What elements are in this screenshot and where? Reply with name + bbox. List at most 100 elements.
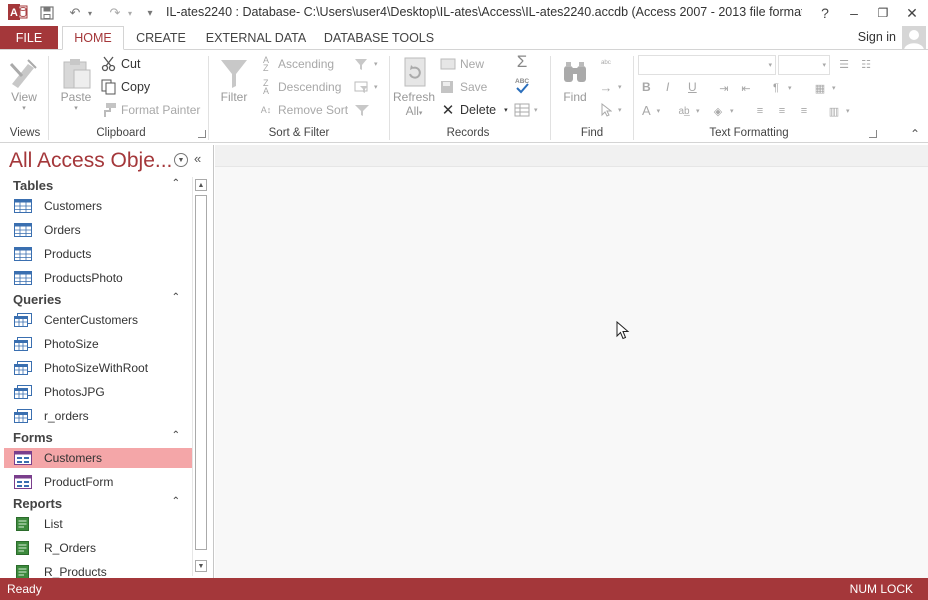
nav-item-form[interactable]: ProductForm xyxy=(4,472,192,492)
gridlines-icon: ▦ xyxy=(814,82,826,95)
access-app-icon[interactable]: A xyxy=(8,3,28,21)
collapse-chevron-icon[interactable]: ⌃ xyxy=(172,430,180,441)
nav-category-reports[interactable]: Reports ⌃ xyxy=(4,493,192,513)
view-button[interactable]: View ▾ xyxy=(8,56,40,112)
tab-database-tools[interactable]: DATABASE TOOLS xyxy=(322,26,436,50)
tab-external-data[interactable]: EXTERNAL DATA xyxy=(204,26,308,50)
sign-in-link[interactable]: Sign in xyxy=(858,30,896,44)
gridlines-button[interactable]: ▦ ▾ xyxy=(812,80,836,96)
delete-record-button[interactable]: ✕ Delete ▾ xyxy=(440,102,508,119)
collapse-chevron-icon[interactable]: ⌃ xyxy=(172,178,180,189)
save-record-button[interactable]: Save xyxy=(440,79,487,95)
undo-dropdown-icon[interactable]: ▾ xyxy=(84,3,96,23)
tab-file[interactable]: FILE xyxy=(0,26,58,50)
font-size-combo[interactable]: ▾ xyxy=(778,55,830,75)
highlight-button[interactable]: ab̲ ▾ xyxy=(676,103,699,119)
nav-item-table[interactable]: Products xyxy=(4,244,192,264)
align-left-button[interactable]: ≡ xyxy=(752,103,772,119)
text-formatting-launcher-icon[interactable] xyxy=(869,130,877,138)
customize-qat-icon[interactable]: ▾ xyxy=(144,3,156,23)
nav-item-query[interactable]: PhotoSize xyxy=(4,334,192,354)
filter-button[interactable]: Filter xyxy=(218,56,250,104)
bold-button[interactable]: B xyxy=(642,80,651,94)
descending-button[interactable]: ZA Descending xyxy=(258,79,341,96)
table-object-icon xyxy=(14,199,32,213)
select-button[interactable]: ▾ xyxy=(598,102,622,118)
spelling-button[interactable]: ABC xyxy=(514,77,534,94)
minimize-button[interactable]: – xyxy=(842,2,866,24)
collapse-ribbon-icon[interactable]: ⌃ xyxy=(910,127,920,141)
copy-button[interactable]: Copy xyxy=(101,79,150,95)
paste-button[interactable]: Paste ▾ xyxy=(58,56,94,112)
more-records-button[interactable]: ▾ xyxy=(514,102,538,118)
increase-indent-button[interactable]: ⇥ xyxy=(716,80,736,96)
nav-pane-title[interactable]: All Access Obje... xyxy=(9,149,172,173)
help-button[interactable]: ? xyxy=(813,2,837,24)
nav-category-tables[interactable]: Tables ⌃ xyxy=(4,175,192,195)
nav-item-query[interactable]: r_orders xyxy=(4,406,192,426)
scroll-down-arrow-icon[interactable]: ▼ xyxy=(195,560,207,572)
numbered-list-icon: ☷ xyxy=(861,58,871,71)
clipboard-launcher-icon[interactable] xyxy=(198,130,206,138)
scroll-thumb[interactable] xyxy=(195,195,207,550)
underline-button[interactable]: U xyxy=(688,80,697,94)
nav-item-report[interactable]: R_Orders xyxy=(4,538,192,558)
nav-category-forms[interactable]: Forms ⌃ xyxy=(4,427,192,447)
collapse-chevron-icon[interactable]: ⌃ xyxy=(172,292,180,303)
collapse-chevron-icon[interactable]: ⌃ xyxy=(172,496,180,507)
redo-icon[interactable]: ↷ xyxy=(106,3,124,23)
nav-item-table[interactable]: ProductsPhoto xyxy=(4,268,192,288)
nav-item-table[interactable]: Customers xyxy=(4,196,192,216)
format-painter-button[interactable]: Format Painter xyxy=(101,102,200,118)
nav-item-query[interactable]: CenterCustomers xyxy=(4,310,192,330)
scroll-up-arrow-icon[interactable]: ▲ xyxy=(195,179,207,191)
alternate-row-color-button[interactable]: ▥ ▾ xyxy=(826,103,850,119)
document-workspace[interactable] xyxy=(215,145,928,578)
decrease-indent-button[interactable]: ⇤ xyxy=(738,80,758,96)
undo-icon[interactable]: ↶ xyxy=(66,3,84,23)
replace-button[interactable]: ᵃᵇᶜ xyxy=(598,55,618,71)
nav-item-query[interactable]: PhotoSizeWithRoot xyxy=(4,358,192,378)
nav-menu-dropdown-icon[interactable]: ▼ xyxy=(174,153,188,167)
remove-sort-button[interactable]: A↕ Remove Sort xyxy=(258,102,348,118)
nav-item-report[interactable]: R_Products xyxy=(4,562,192,578)
align-left-icon: ≡ xyxy=(756,105,764,117)
restore-button[interactable]: ❐ xyxy=(871,2,895,24)
refresh-all-button[interactable]: Refresh All▾ xyxy=(393,56,435,118)
bullets-button[interactable]: ☰ xyxy=(836,56,856,72)
tab-create[interactable]: CREATE xyxy=(132,26,190,50)
nav-scrollbar[interactable]: ▲ ▼ xyxy=(192,177,209,576)
font-name-combo[interactable]: ▾ xyxy=(638,55,776,75)
paragraph-direction-button[interactable]: ¶ ▾ xyxy=(768,80,791,96)
background-color-button[interactable]: ◈ ▾ xyxy=(710,103,734,119)
advanced-filter-button[interactable]: ▾ xyxy=(354,79,378,95)
numbering-button[interactable]: ☷ xyxy=(858,56,878,72)
align-center-button[interactable]: ≡ xyxy=(774,103,794,119)
selection-filter-button[interactable]: ▾ xyxy=(354,56,378,72)
tab-home[interactable]: HOME xyxy=(62,26,124,50)
toggle-filter-button[interactable] xyxy=(354,102,374,118)
font-name-dropdown-icon: ▾ xyxy=(768,62,772,69)
align-right-icon: ≡ xyxy=(800,105,808,117)
italic-button[interactable]: I xyxy=(666,80,669,94)
nav-item-query[interactable]: PhotosJPG xyxy=(4,382,192,402)
new-record-button[interactable]: New xyxy=(440,56,484,72)
nav-item-form[interactable]: Customers xyxy=(4,448,192,468)
cut-button[interactable]: Cut xyxy=(101,56,140,72)
ribbon-tab-bar: FILE HOME CREATE EXTERNAL DATA DATABASE … xyxy=(0,26,928,50)
save-icon[interactable] xyxy=(38,3,56,23)
font-color-button[interactable]: A ▾ xyxy=(642,103,660,118)
nav-category-queries[interactable]: Queries ⌃ xyxy=(4,289,192,309)
close-button[interactable]: ✕ xyxy=(900,2,924,24)
find-button[interactable]: Find xyxy=(558,56,592,104)
nav-item-table[interactable]: Orders xyxy=(4,220,192,240)
nav-item-report[interactable]: List xyxy=(4,514,192,534)
user-avatar-icon[interactable] xyxy=(902,26,926,50)
ascending-button[interactable]: AZ Ascending xyxy=(258,56,334,73)
shutter-bar-close-icon[interactable]: « xyxy=(194,151,201,166)
go-to-button[interactable]: → ▾ xyxy=(598,79,622,95)
separator xyxy=(633,56,634,140)
totals-button[interactable]: Σ xyxy=(514,52,534,71)
align-right-button[interactable]: ≡ xyxy=(796,103,816,119)
redo-dropdown-icon[interactable]: ▾ xyxy=(124,3,136,23)
